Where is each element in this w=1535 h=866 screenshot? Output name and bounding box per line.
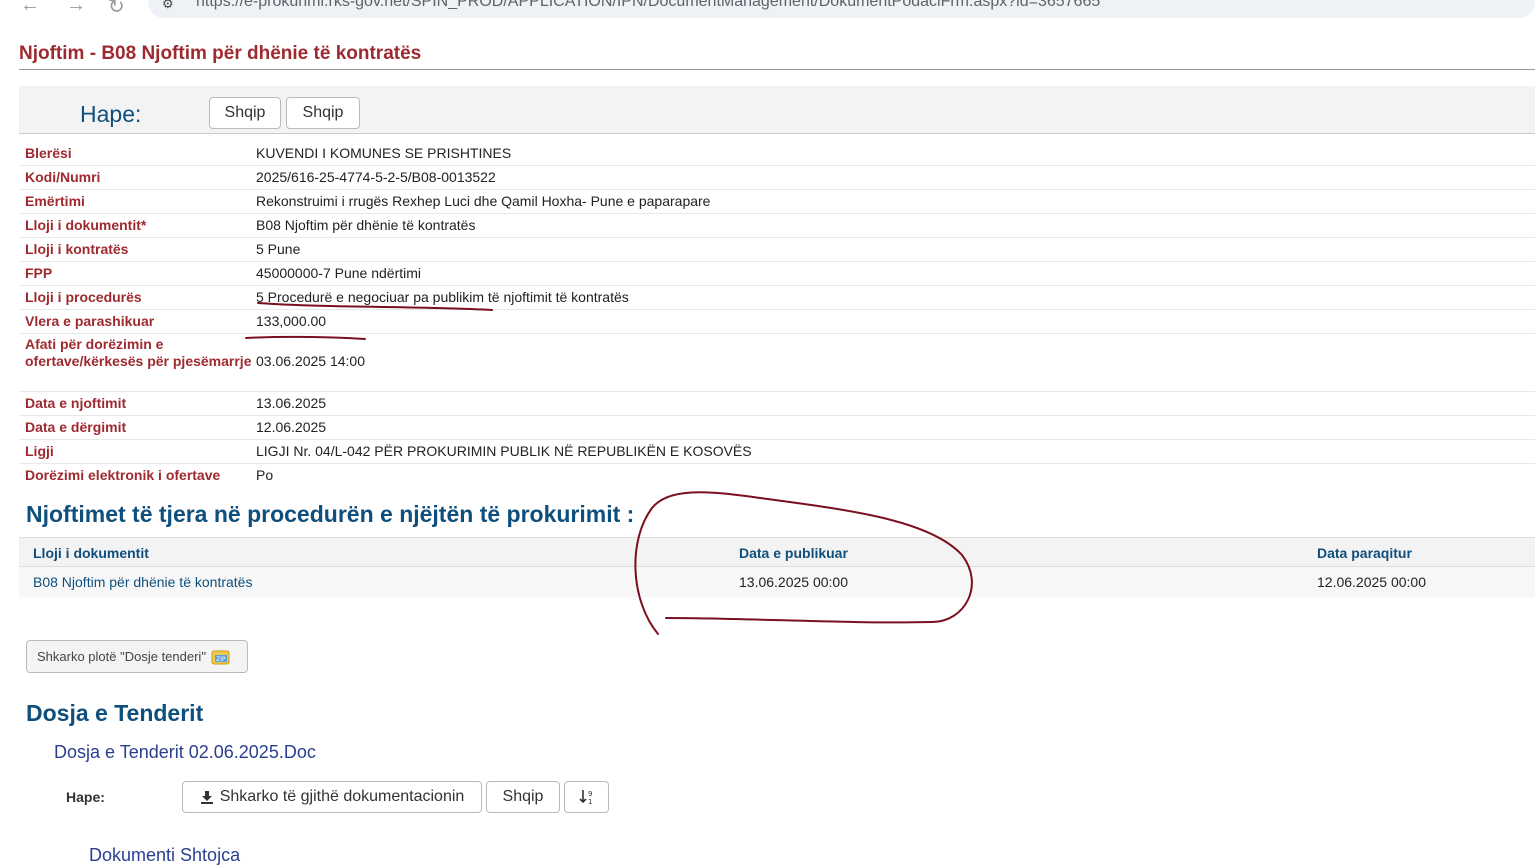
detail-row-law: Ligji LIGJI Nr. 04/L-042 PËR PROKURIMIN P… — [19, 440, 1535, 464]
detail-value: LIGJI Nr. 04/L-042 PËR PROKURIMIN PUBLIK… — [256, 443, 752, 459]
detail-value: 13.06.2025 — [256, 395, 327, 411]
browser-toolbar: ← → ↻ ⚙ https://e-prokurimi.rks-gov.net/… — [0, 0, 1535, 20]
download-full-dossier-button[interactable]: Shkarko plotë "Dosje tenderi" ZIP — [26, 640, 248, 673]
other-notices-heading: Njoftimet të tjera në procedurën e njëjt… — [26, 501, 635, 527]
published-date-cell: 13.06.2025 00:00 — [739, 574, 848, 590]
notice-details-table: Blerësi KUVENDI I KOMUNES SE PRISHTINES K… — [19, 142, 1535, 488]
svg-text:1: 1 — [588, 798, 592, 806]
detail-label: Data e njoftimit — [25, 395, 127, 411]
table-row: B08 Njoftim për dhënie të kontratës 13.0… — [19, 567, 1535, 597]
svg-text:9: 9 — [588, 790, 592, 798]
detail-value: 03.06.2025 14:00 — [256, 353, 365, 369]
detail-label: Data e dërgimit — [25, 419, 127, 435]
detail-row-code: Kodi/Numri 2025/616-25-4774-5-2-5/B08-001… — [19, 166, 1535, 190]
detail-row-name: Emërtimi Rekonstruimi i rrugës Rexhep Luc… — [19, 190, 1535, 214]
download-all-docs-button[interactable]: Shkarko të gjithë dokumentacionin — [182, 781, 482, 813]
open-language-bar: Hape: Shqip Shqip — [19, 86, 1535, 134]
table-header: Lloji i dokumentit Data e publikuar Data… — [19, 537, 1535, 567]
title-divider — [19, 69, 1535, 70]
column-header[interactable]: Data paraqitur — [1317, 545, 1412, 561]
detail-value: 2025/616-25-4774-5-2-5/B08-0013522 — [256, 169, 496, 185]
detail-value: 45000000-7 Pune ndërtimi — [256, 265, 422, 281]
detail-label: Ligji — [25, 443, 54, 459]
open-albanian-button-3[interactable]: Shqip — [486, 781, 560, 813]
appendix-document-link[interactable]: Dokumenti Shtojca — [89, 845, 240, 866]
submitted-date-cell: 12.06.2025 00:00 — [1317, 574, 1426, 590]
detail-row-buyer: Blerësi KUVENDI I KOMUNES SE PRISHTINES — [19, 142, 1535, 166]
detail-label: Lloji i kontratës — [25, 241, 129, 257]
download-full-dossier-label: Shkarko plotë "Dosje tenderi" — [37, 649, 206, 664]
sort-button[interactable]: 9 1 — [564, 781, 609, 813]
detail-row-procedure-type: Lloji i procedurës 5 Procedurë e negociua… — [19, 286, 1535, 310]
open-label-2: Hape: — [66, 789, 105, 805]
detail-row-document-type: Lloji i dokumentit* B08 Njoftim për dhëni… — [19, 214, 1535, 238]
detail-row-notice-date: Data e njoftimit 13.06.2025 — [19, 392, 1535, 416]
other-notices-table: Lloji i dokumentit Data e publikuar Data… — [19, 537, 1535, 597]
detail-value: 5 Procedurë e negociuar pa publikim të n… — [256, 289, 629, 305]
svg-text:ZIP: ZIP — [216, 656, 226, 663]
detail-value: Po — [256, 467, 274, 483]
detail-row-estimated-value: Vlera e parashikuar 133,000.00 — [19, 310, 1535, 334]
detail-label: FPP — [25, 265, 53, 281]
detail-value: 12.06.2025 — [256, 419, 327, 435]
detail-value: 5 Pune — [256, 241, 301, 257]
detail-row-deadline: Afati për dorëzimin e ofertave/kërkesës … — [19, 334, 1535, 392]
tender-dossier-heading: Dosja e Tenderit — [26, 700, 204, 726]
open-albanian-button-1[interactable]: Shqip — [209, 97, 281, 129]
site-settings-icon[interactable]: ⚙ — [162, 0, 174, 12]
detail-row-cpv: FPP 45000000-7 Pune ndërtimi — [19, 262, 1535, 286]
detail-value: B08 Njoftim për dhënie të kontratës — [256, 217, 476, 233]
download-all-docs-label: Shkarko të gjithë dokumentacionin — [219, 788, 465, 805]
detail-row-sent-date: Data e dërgimit 12.06.2025 — [19, 416, 1535, 440]
detail-value: KUVENDI I KOMUNES SE PRISHTINES — [256, 145, 512, 161]
detail-label: Lloji i procedurës — [25, 289, 142, 305]
reload-icon[interactable]: ↻ — [108, 0, 125, 19]
sort-numeric-icon: 9 1 — [578, 790, 592, 806]
zip-file-icon: ZIP — [211, 650, 230, 664]
detail-value: 133,000.00 — [256, 313, 327, 329]
detail-label: Lloji i dokumentit* — [25, 217, 147, 233]
open-albanian-button-2[interactable]: Shqip — [286, 97, 360, 129]
tender-dossier-file-title: Dosja e Tenderit 02.06.2025.Doc — [54, 742, 316, 762]
detail-label: Kodi/Numri — [25, 169, 101, 185]
detail-row-electronic-submission: Dorëzimi elektronik i ofertave Po — [19, 464, 1535, 488]
page-title: Njoftim - B08 Njoftim për dhënie të kont… — [19, 43, 422, 64]
column-header[interactable]: Data e publikuar — [739, 545, 848, 561]
detail-label: Vlera e parashikuar — [25, 313, 155, 329]
open-label: Hape: — [80, 101, 142, 127]
url-text[interactable]: https://e-prokurimi.rks-gov.net/SPIN_PRO… — [196, 0, 1100, 11]
back-arrow-icon[interactable]: ← — [20, 0, 40, 17]
download-icon — [200, 791, 213, 804]
detail-row-contract-type: Lloji i kontratës 5 Pune — [19, 238, 1535, 262]
detail-label: Emërtimi — [25, 193, 85, 209]
detail-label: Blerësi — [25, 145, 72, 161]
detail-label: Afati për dorëzimin e ofertave/kërkesës … — [25, 336, 252, 369]
column-header[interactable]: Lloji i dokumentit — [33, 545, 149, 561]
detail-label: Dorëzimi elektronik i ofertave — [25, 467, 221, 483]
notice-document-link[interactable]: B08 Njoftim për dhënie të kontratës — [33, 574, 252, 590]
detail-value: Rekonstruimi i rrugës Rexhep Luci dhe Qa… — [256, 193, 711, 209]
forward-arrow-icon[interactable]: → — [66, 0, 86, 17]
